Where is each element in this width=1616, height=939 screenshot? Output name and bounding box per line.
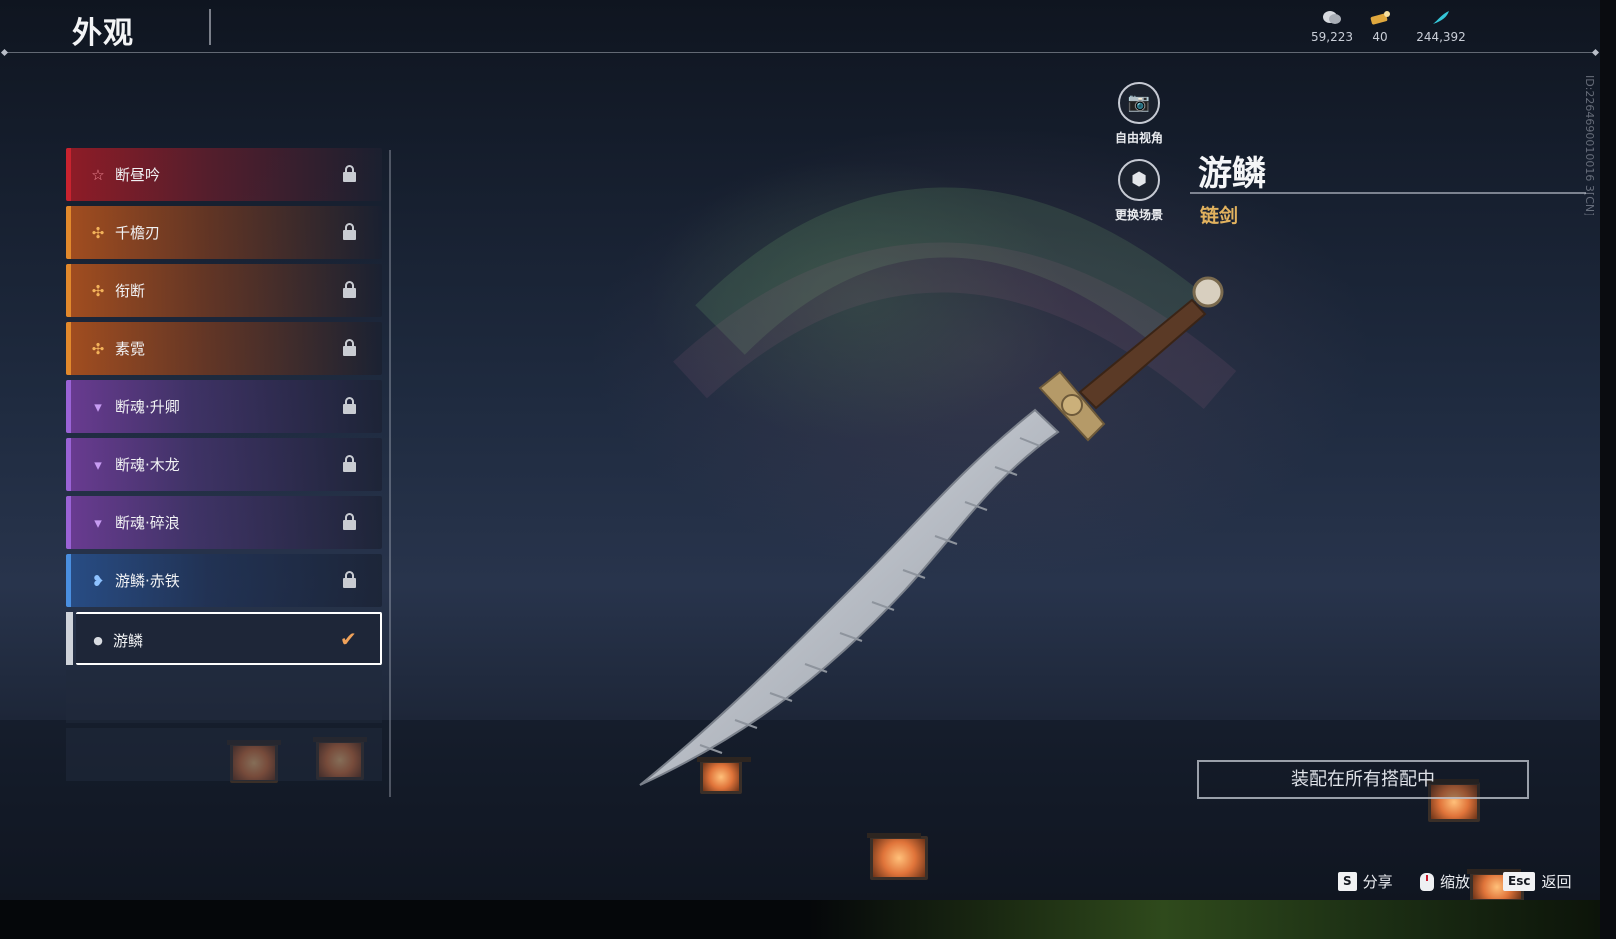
empty-slot bbox=[66, 728, 382, 781]
lock-icon bbox=[342, 222, 358, 242]
trefoil-icon: ▾ bbox=[94, 514, 102, 532]
skin-item[interactable]: ▾ 断魂·碎浪 bbox=[66, 496, 382, 549]
share-label: 分享 bbox=[1362, 873, 1393, 891]
lock-icon bbox=[342, 338, 358, 358]
skin-list[interactable]: ☆ 断昼吟 ✣ 千檐刃 ✣ 衔断 ✣ 素霓 ▾ 断魂·升卿 ▾ 断魂·木龙 ▾ … bbox=[66, 148, 384, 798]
item-name: 游鳞 bbox=[1198, 154, 1266, 194]
skin-item[interactable]: ✣ 素霓 bbox=[66, 322, 382, 375]
rarity-bar bbox=[66, 496, 71, 549]
empty-slot bbox=[66, 670, 382, 723]
equip-all-button[interactable]: 装配在所有搭配中 bbox=[1197, 760, 1529, 799]
skin-item-label: 游鳞·赤铁 bbox=[115, 572, 180, 590]
back-hint[interactable]: Esc 返回 bbox=[1503, 871, 1571, 892]
rarity-bar bbox=[66, 322, 71, 375]
skin-item-label: 素霓 bbox=[115, 340, 146, 358]
zoom-hint[interactable]: 缩放 bbox=[1420, 871, 1470, 892]
skin-item[interactable]: ▾ 断魂·木龙 bbox=[66, 438, 382, 491]
skin-item-label: 游鳞 bbox=[113, 632, 144, 650]
trefoil-icon: ▾ bbox=[94, 456, 102, 474]
top-divider-line bbox=[4, 52, 1596, 53]
bottom-strip bbox=[0, 900, 1616, 939]
skin-item[interactable]: ☆ 断昼吟 bbox=[66, 148, 382, 201]
skin-item-label: 断魂·碎浪 bbox=[115, 514, 180, 532]
rarity-bar bbox=[66, 438, 71, 491]
lock-icon bbox=[342, 570, 358, 590]
rarity-bar bbox=[66, 554, 71, 607]
floating-lantern bbox=[697, 757, 751, 794]
lock-icon bbox=[342, 396, 358, 416]
checkmark-icon: ✔ bbox=[340, 627, 357, 651]
mouse-wheel-icon bbox=[1420, 872, 1434, 891]
player-id-text: ID:2264690010016 3[CN] bbox=[1583, 75, 1596, 215]
top-bar: 外观 59,223 40 244,392 bbox=[0, 0, 1600, 54]
jade-feather-icon bbox=[1406, 10, 1476, 28]
skin-item-label: 断昼吟 bbox=[115, 166, 161, 184]
skin-item-label: 断魂·升卿 bbox=[115, 398, 180, 416]
skin-item-label: 千檐刃 bbox=[115, 224, 161, 242]
change-scene-label: 更换场景 bbox=[1114, 208, 1163, 222]
skin-item-label: 断魂·木龙 bbox=[115, 456, 180, 474]
rarity-bar bbox=[66, 264, 71, 317]
floating-lantern bbox=[867, 833, 928, 880]
currency-jade[interactable]: 244,392 bbox=[1406, 10, 1476, 44]
share-key: S bbox=[1338, 872, 1357, 891]
right-strip bbox=[1600, 0, 1616, 939]
change-scene-button[interactable]: ⬢ 更换场景 bbox=[1104, 159, 1174, 223]
wing-icon: ❥ bbox=[91, 572, 105, 590]
back-key: Esc bbox=[1503, 872, 1536, 891]
rarity-bar bbox=[66, 380, 71, 433]
star-icon: ☆ bbox=[91, 166, 105, 184]
skin-item[interactable]: ✣ 千檐刃 bbox=[66, 206, 382, 259]
currency-tickets[interactable]: 40 bbox=[1352, 10, 1408, 44]
skin-item-selected[interactable]: ● 游鳞 ✔ bbox=[76, 612, 382, 665]
skin-item[interactable]: ❥ 游鳞·赤铁 bbox=[66, 554, 382, 607]
skin-item[interactable]: ✣ 衔断 bbox=[66, 264, 382, 317]
item-type: 链剑 bbox=[1200, 205, 1239, 227]
back-label: 返回 bbox=[1541, 873, 1572, 891]
cross-petal-icon: ✣ bbox=[91, 282, 105, 300]
cross-petal-icon: ✣ bbox=[91, 224, 105, 242]
jade-value: 244,392 bbox=[1416, 30, 1466, 44]
tickets-value: 40 bbox=[1372, 30, 1388, 44]
cube-icon: ⬢ bbox=[1118, 159, 1160, 201]
drop-icon: ● bbox=[93, 634, 103, 647]
free-view-button[interactable]: 📷 自由视角 bbox=[1104, 82, 1174, 146]
lock-icon bbox=[342, 280, 358, 300]
title-divider bbox=[209, 9, 211, 45]
gold-ticket-icon bbox=[1352, 10, 1408, 28]
free-view-label: 自由视角 bbox=[1114, 131, 1163, 145]
skin-item-label: 衔断 bbox=[115, 282, 146, 300]
camera-icon: 📷 bbox=[1118, 82, 1160, 124]
cross-petal-icon: ✣ bbox=[91, 340, 105, 358]
list-scrollbar[interactable] bbox=[389, 150, 391, 797]
selected-rarity-bar bbox=[66, 612, 73, 665]
lock-icon bbox=[342, 164, 358, 184]
rarity-bar bbox=[66, 206, 71, 259]
item-name-underline bbox=[1190, 192, 1586, 194]
skin-item[interactable]: ▾ 断魂·升卿 bbox=[66, 380, 382, 433]
zoom-label: 缩放 bbox=[1440, 873, 1471, 891]
share-hint[interactable]: S 分享 bbox=[1338, 871, 1393, 892]
rarity-bar bbox=[66, 148, 71, 201]
lock-icon bbox=[342, 512, 358, 532]
page-title: 外观 bbox=[72, 16, 134, 51]
lock-icon bbox=[342, 454, 358, 474]
trefoil-icon: ▾ bbox=[94, 398, 102, 416]
